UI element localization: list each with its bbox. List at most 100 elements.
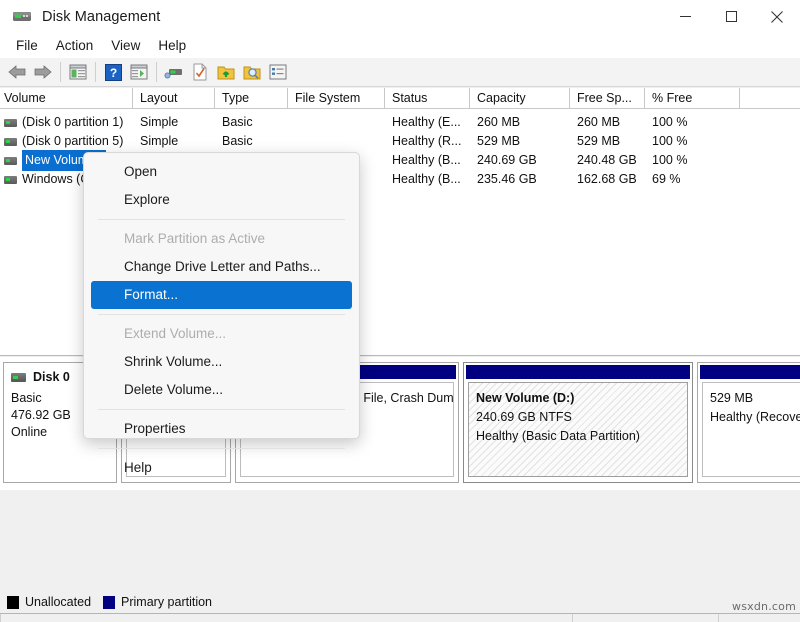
forward-icon[interactable] (31, 60, 55, 84)
partition-title: New Volume (D:) (476, 389, 687, 408)
empty-area (0, 490, 800, 590)
legend-bar: Unallocated Primary partition wsxdn.com (0, 590, 800, 622)
column-header-percent-free[interactable]: % Free (645, 88, 740, 108)
legend-item-unallocated: Unallocated (7, 595, 91, 609)
column-header-type[interactable]: Type (215, 88, 288, 108)
help-icon[interactable]: ? (101, 60, 125, 84)
legend-label: Primary partition (121, 595, 212, 609)
column-header-capacity[interactable]: Capacity (470, 88, 570, 108)
context-menu-item-explore[interactable]: Explore (84, 186, 359, 214)
cell-volume: (Disk 0 partition 5) (0, 132, 133, 151)
context-menu-separator (98, 219, 345, 220)
show-hide-console-tree-icon[interactable] (66, 60, 90, 84)
disk-icon (11, 373, 26, 382)
context-menu: Open Explore Mark Partition as Active Ch… (83, 152, 360, 439)
cell-percent-free: 69 % (645, 170, 740, 189)
legend-divider (0, 613, 800, 614)
cell-status: Healthy (B... (385, 170, 470, 189)
context-menu-item-open[interactable]: Open (84, 158, 359, 186)
column-header-file-system[interactable]: File System (288, 88, 385, 108)
title-bar: Disk Management (0, 0, 800, 33)
back-icon[interactable] (5, 60, 29, 84)
toolbar: ? (0, 58, 800, 87)
cell-free-space: 529 MB (570, 132, 645, 151)
properties-icon[interactable] (188, 60, 212, 84)
volume-icon (4, 176, 17, 184)
column-header-spacer[interactable] (740, 88, 800, 108)
menu-bar: File Action View Help (0, 33, 800, 58)
cell-free-space: 240.48 GB (570, 151, 645, 170)
menu-item-help[interactable]: Help (149, 36, 195, 55)
primary-partition-swatch-icon (103, 596, 115, 609)
toolbar-separator (60, 62, 61, 82)
partition-body: New Volume (D:) 240.69 GB NTFS Healthy (… (468, 382, 688, 477)
menu-item-file[interactable]: File (7, 36, 47, 55)
maximize-button[interactable] (708, 0, 754, 33)
cell-capacity: 529 MB (470, 132, 570, 151)
partition-block-recovery[interactable]: 529 MB Healthy (Recovery (697, 362, 800, 483)
cell-percent-free: 100 % (645, 151, 740, 170)
cell-percent-free: 100 % (645, 132, 740, 151)
status-bar-tick (718, 614, 719, 622)
context-menu-item-mark-partition-as-active: Mark Partition as Active (84, 225, 359, 253)
volume-list-header: Volume Layout Type File System Status Ca… (0, 88, 800, 109)
disk-name: Disk 0 (33, 370, 70, 384)
cell-capacity: 260 MB (470, 113, 570, 132)
status-bar-tick (572, 614, 573, 622)
close-button[interactable] (754, 0, 800, 33)
context-menu-item-delete-volume[interactable]: Delete Volume... (84, 376, 359, 404)
partition-body: 529 MB Healthy (Recovery (702, 382, 800, 477)
volume-label: (Disk 0 partition 5) (22, 132, 123, 151)
cell-layout: Simple (133, 113, 215, 132)
show-details-icon[interactable] (266, 60, 290, 84)
window-controls (662, 0, 800, 33)
volume-label: Windows (C (22, 170, 89, 189)
export-list-icon[interactable] (214, 60, 238, 84)
volume-icon (4, 138, 17, 146)
partition-status: Healthy (Recovery (710, 408, 800, 427)
menu-item-action[interactable]: Action (47, 36, 103, 55)
cell-status: Healthy (R... (385, 132, 470, 151)
context-menu-item-help[interactable]: Help (84, 454, 359, 482)
cell-capacity: 240.69 GB (470, 151, 570, 170)
cell-type: Basic (215, 132, 288, 151)
table-row[interactable]: (Disk 0 partition 5) Simple Basic Health… (0, 132, 800, 151)
table-row[interactable]: (Disk 0 partition 1) Simple Basic Health… (0, 113, 800, 132)
show-hide-action-pane-icon[interactable] (127, 60, 151, 84)
partition-size: 240.69 GB NTFS (476, 408, 687, 427)
partition-status: Healthy (Basic Data Partition) (476, 427, 687, 446)
legend-item-primary-partition: Primary partition (103, 595, 212, 609)
context-menu-item-change-drive-letter-and-paths[interactable]: Change Drive Letter and Paths... (84, 253, 359, 281)
cell-volume: (Disk 0 partition 1) (0, 113, 133, 132)
find-icon[interactable] (240, 60, 264, 84)
watermark: wsxdn.com (732, 600, 796, 613)
context-menu-separator (98, 314, 345, 315)
column-header-volume[interactable]: Volume (0, 88, 133, 108)
column-header-free-space[interactable]: Free Sp... (570, 88, 645, 108)
minimize-button[interactable] (662, 0, 708, 33)
column-header-layout[interactable]: Layout (133, 88, 215, 108)
cell-layout: Simple (133, 132, 215, 151)
toolbar-separator (95, 62, 96, 82)
context-menu-separator (98, 409, 345, 410)
cell-free-space: 260 MB (570, 113, 645, 132)
cell-status: Healthy (E... (385, 113, 470, 132)
context-menu-item-format[interactable]: Format... (91, 281, 352, 309)
cell-free-space: 162.68 GB (570, 170, 645, 189)
partition-size: 529 MB (710, 389, 800, 408)
rescan-disks-icon[interactable] (162, 60, 186, 84)
disk-management-window: Disk Management File Action View Help (0, 0, 800, 622)
partition-color-bar (466, 365, 690, 379)
context-menu-item-shrink-volume[interactable]: Shrink Volume... (84, 348, 359, 376)
status-bar-tick (0, 614, 1, 622)
column-header-status[interactable]: Status (385, 88, 470, 108)
cell-percent-free: 100 % (645, 113, 740, 132)
cell-status: Healthy (B... (385, 151, 470, 170)
menu-item-view[interactable]: View (102, 36, 149, 55)
window-title: Disk Management (42, 9, 160, 25)
context-menu-item-properties[interactable]: Properties (84, 415, 359, 443)
partition-block-new-volume[interactable]: New Volume (D:) 240.69 GB NTFS Healthy (… (463, 362, 693, 483)
svg-text:?: ? (109, 66, 116, 80)
cell-capacity: 235.46 GB (470, 170, 570, 189)
volume-label: (Disk 0 partition 1) (22, 113, 123, 132)
